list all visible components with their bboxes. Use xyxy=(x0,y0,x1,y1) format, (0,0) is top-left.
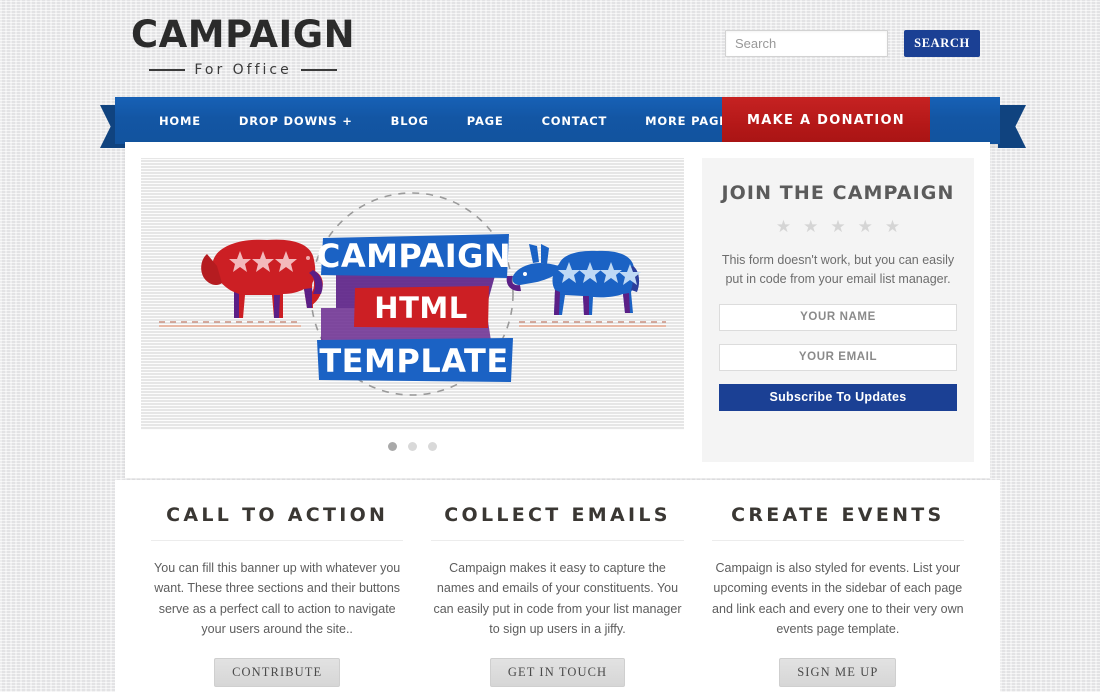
slide-banner-line2: HTML xyxy=(374,291,467,325)
cta-column-collect-emails: COLLECT EMAILS Campaign makes it easy to… xyxy=(417,504,697,692)
email-field[interactable] xyxy=(719,343,957,371)
make-a-donation-button[interactable]: MAKE A DONATION xyxy=(722,97,930,144)
logo-tagline: For Office xyxy=(194,62,292,78)
nav-item-drop-downs[interactable]: DROP DOWNS + xyxy=(220,114,372,128)
search-area: SEARCH xyxy=(725,30,980,57)
slider-region: CAMPAIGN HTML TEMPLATE xyxy=(141,158,684,462)
nav-item-blog[interactable]: BLOG xyxy=(372,114,448,128)
name-field[interactable] xyxy=(719,303,957,331)
slide-banner-line3: TEMPLATE xyxy=(319,342,508,380)
logo-title: CAMPAIGN xyxy=(131,13,356,56)
logo-tagline-wrap: For Office xyxy=(131,62,355,78)
call-to-action-band: CALL TO ACTION You can fill this banner … xyxy=(115,480,1000,692)
star-icon: ★ xyxy=(803,217,819,236)
cta-title: CREATE EVENTS xyxy=(711,504,964,541)
cta-title: CALL TO ACTION xyxy=(151,504,404,541)
search-button[interactable]: SEARCH xyxy=(904,30,980,57)
slider-dot-2[interactable] xyxy=(408,442,417,451)
ribbon-tail-right-icon xyxy=(998,105,1026,148)
hero-slider[interactable]: CAMPAIGN HTML TEMPLATE xyxy=(141,158,684,430)
contribute-button[interactable]: CONTRIBUTE xyxy=(214,657,341,687)
search-input[interactable] xyxy=(725,30,888,57)
cta-text: You can fill this banner up with whateve… xyxy=(154,561,401,637)
site-header: CAMPAIGN For Office SEARCH xyxy=(0,0,1100,95)
star-icon: ★ xyxy=(857,217,873,236)
cta-column-call-to-action: CALL TO ACTION You can fill this banner … xyxy=(137,504,417,692)
cta-title: COLLECT EMAILS xyxy=(431,504,684,541)
widget-description: This form doesn't work, but you can easi… xyxy=(721,253,955,287)
nav-item-contact[interactable]: CONTACT xyxy=(523,114,627,128)
cta-text: Campaign makes it easy to capture the na… xyxy=(433,561,682,637)
subscribe-button[interactable]: Subscribe To Updates xyxy=(719,383,957,411)
sign-me-up-button[interactable]: SIGN ME UP xyxy=(779,657,897,687)
nav-item-home[interactable]: HOME xyxy=(140,114,220,128)
page-root: CAMPAIGN For Office SEARCH HOME DROP DOW… xyxy=(0,0,1100,692)
get-in-touch-button[interactable]: GET IN TOUCH xyxy=(489,657,626,687)
star-icon: ★ xyxy=(775,217,792,236)
star-icon: ★ xyxy=(884,217,901,236)
slider-dot-1[interactable] xyxy=(388,442,397,451)
nav-item-page[interactable]: PAGE xyxy=(448,114,523,128)
widget-title: JOIN THE CAMPAIGN xyxy=(721,182,955,204)
slide-banner-line1: CAMPAIGN xyxy=(317,237,511,275)
republican-elephant-icon xyxy=(201,239,323,318)
cta-column-create-events: CREATE EVENTS Campaign is also styled fo… xyxy=(698,504,978,692)
logo-rule-left xyxy=(149,69,186,71)
star-icon: ★ xyxy=(830,217,846,236)
cta-text: Campaign is also styled for events. List… xyxy=(712,561,964,637)
slider-pagination xyxy=(141,442,684,451)
main-content-card: CAMPAIGN HTML TEMPLATE JOIN THE CAMPAIGN… xyxy=(125,142,990,478)
democrat-donkey-icon xyxy=(506,244,641,315)
join-campaign-widget: JOIN THE CAMPAIGN ★ ★ ★ ★ ★ This form do… xyxy=(702,158,974,462)
star-rating: ★ ★ ★ ★ ★ xyxy=(719,217,957,237)
logo-rule-right xyxy=(300,69,337,71)
slide-graphic: CAMPAIGN HTML TEMPLATE xyxy=(159,192,666,396)
slider-dot-3[interactable] xyxy=(428,442,437,451)
site-logo[interactable]: CAMPAIGN For Office xyxy=(131,16,355,78)
nav-bar: HOME DROP DOWNS + BLOG PAGE CONTACT MORE… xyxy=(115,97,1000,144)
